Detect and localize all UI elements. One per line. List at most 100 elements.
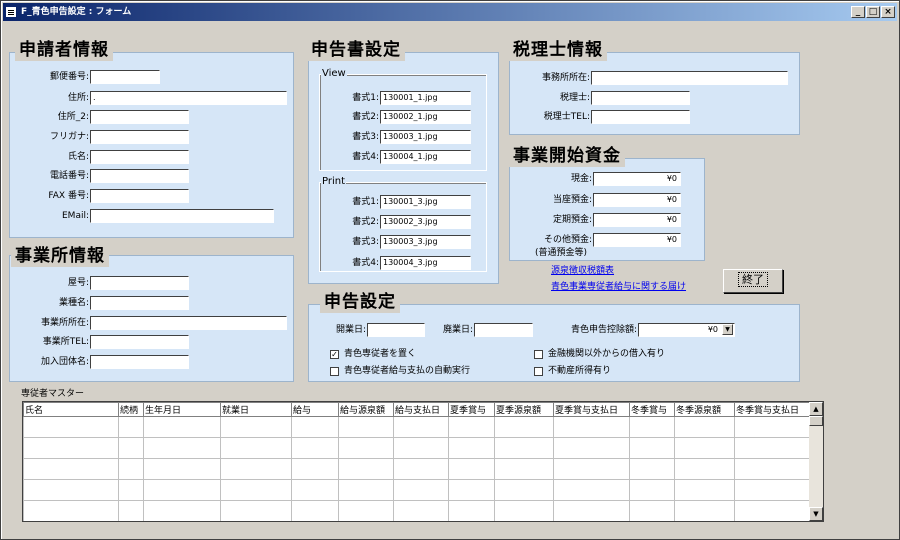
industry-input[interactable] [90, 296, 189, 310]
scroll-thumb[interactable] [809, 416, 823, 426]
form-icon [5, 6, 17, 18]
column-header[interactable]: 続柄 [118, 402, 144, 417]
scroll-up-icon[interactable]: ▲ [809, 402, 823, 416]
start-date-input[interactable] [367, 323, 425, 337]
maximize-button[interactable]: □ [866, 6, 880, 18]
withholding-table-link[interactable]: 源泉徴収税額表 [551, 265, 614, 277]
group-label: 加入団体名: [40, 357, 89, 367]
fixed-deposit-input[interactable]: ¥0 [593, 213, 681, 227]
other-deposit-input[interactable]: ¥0 [593, 233, 681, 247]
industry-label: 業種名: [58, 298, 89, 308]
print-format-4-input[interactable]: 130004_3.jpg [380, 256, 471, 270]
chevron-down-icon[interactable]: ▼ [722, 324, 733, 335]
close-button[interactable]: × [881, 6, 895, 18]
column-header[interactable]: 冬季賞与支払日 [734, 402, 811, 417]
column-header[interactable]: 生年月日 [143, 402, 221, 417]
tax-office-input[interactable] [591, 71, 788, 85]
table-row[interactable] [23, 437, 811, 459]
view-format-3-input[interactable]: 130003_1.jpg [380, 130, 471, 144]
print-format-3-label: 書式3: [352, 237, 379, 247]
view-format-4-label: 書式4: [352, 152, 379, 162]
real-estate-income-checkbox[interactable] [534, 367, 543, 376]
office-title: 事業所情報 [11, 245, 109, 267]
name-label: 氏名: [67, 152, 89, 162]
print-format-2-input[interactable]: 130002_3.jpg [380, 215, 471, 229]
fax-input[interactable] [90, 189, 189, 203]
close-date-label: 廃業日: [442, 325, 473, 335]
address-input[interactable]: . [90, 91, 287, 105]
column-header[interactable]: 給与支払日 [393, 402, 449, 417]
close-date-input[interactable] [474, 323, 533, 337]
table-row[interactable] [23, 416, 811, 438]
shop-name-label: 屋号: [67, 278, 89, 288]
cash-label: 現金: [570, 174, 592, 184]
window-title: F_青色申告設定 : フォーム [21, 7, 132, 17]
table-header-row: 氏名 続柄 生年月日 就業日 給与 給与源泉額 給与支払日 夏季賞与 夏季源泉額… [23, 402, 811, 417]
email-input[interactable] [90, 209, 274, 223]
address-label: 住所: [67, 93, 89, 103]
view-format-2-input[interactable]: 130002_1.jpg [380, 110, 471, 124]
exit-button[interactable]: 終了 [723, 269, 783, 293]
print-format-1-input[interactable]: 130001_3.jpg [380, 195, 471, 209]
employee-master-grid[interactable]: 氏名 続柄 生年月日 就業日 給与 給与源泉額 給与支払日 夏季賞与 夏季源泉額… [22, 401, 824, 522]
office-location-label: 事業所所在: [40, 318, 89, 328]
minimize-button[interactable]: _ [851, 6, 865, 18]
furigana-input[interactable] [90, 130, 189, 144]
applicant-title: 申請者情報 [15, 39, 113, 61]
scroll-down-icon[interactable]: ▼ [809, 507, 823, 521]
title-bar[interactable]: F_青色申告設定 : フォーム _ □ × [3, 3, 897, 21]
auto-salary-checkbox[interactable] [330, 367, 339, 376]
tax-accountant-label: 税理士: [559, 93, 590, 103]
group-input[interactable] [90, 355, 189, 369]
vertical-scrollbar[interactable]: ▲ ▼ [809, 402, 823, 521]
employee-salary-notice-link[interactable]: 青色事業専従者給与に関する届け [551, 281, 686, 293]
email-label: EMail: [62, 211, 89, 221]
tax-accountant-tel-input[interactable] [591, 110, 690, 124]
column-header[interactable]: 給与 [291, 402, 339, 417]
postal-label: 郵便番号: [49, 72, 89, 82]
employee-checkbox[interactable]: ✓ [330, 350, 339, 359]
fixed-deposit-label: 定期預金: [552, 215, 592, 225]
tax-accountant-input[interactable] [591, 91, 690, 105]
start-date-label: 開業日: [335, 325, 366, 335]
column-header[interactable]: 冬季賞与 [629, 402, 675, 417]
table-row[interactable] [23, 479, 811, 501]
current-deposit-label: 当座預金: [552, 195, 592, 205]
column-header[interactable]: 給与源泉額 [338, 402, 394, 417]
deduction-select[interactable]: ¥0 [638, 323, 735, 337]
print-format-2-label: 書式2: [352, 217, 379, 227]
view-label: View [321, 68, 347, 80]
postal-input[interactable] [90, 70, 160, 84]
address2-input[interactable] [90, 110, 189, 124]
name-input[interactable] [90, 150, 189, 164]
cash-input[interactable]: ¥0 [593, 172, 681, 186]
auto-salary-checkbox-label: 青色専従者給与支払の自動実行 [344, 366, 471, 376]
phone-label: 電話番号: [49, 171, 89, 181]
address2-label: 住所_2: [57, 112, 89, 122]
print-format-3-input[interactable]: 130003_3.jpg [380, 235, 471, 249]
view-format-2-label: 書式2: [352, 112, 379, 122]
office-tel-label: 事業所TEL: [42, 337, 89, 347]
table-row[interactable] [23, 500, 811, 521]
column-header[interactable]: 氏名 [23, 402, 119, 417]
phone-input[interactable] [90, 169, 189, 183]
current-deposit-input[interactable]: ¥0 [593, 193, 681, 207]
non-bank-loan-checkbox[interactable] [534, 350, 543, 359]
deduction-label: 青色申告控除額: [570, 325, 637, 335]
employee-master-label: 専従者マスター [21, 389, 85, 399]
employee-master-table: 氏名 続柄 生年月日 就業日 給与 給与源泉額 給与支払日 夏季賞与 夏季源泉額… [23, 402, 811, 521]
print-label: Print [321, 176, 347, 188]
column-header[interactable]: 夏季賞与支払日 [553, 402, 630, 417]
view-format-1-input[interactable]: 130001_1.jpg [380, 91, 471, 105]
non-bank-loan-checkbox-label: 金融機関以外からの借入有り [548, 349, 666, 359]
office-tel-input[interactable] [90, 335, 189, 349]
column-header[interactable]: 夏季源泉額 [494, 402, 554, 417]
office-location-input[interactable] [90, 316, 287, 330]
column-header[interactable]: 冬季源泉額 [674, 402, 735, 417]
shop-name-input[interactable] [90, 276, 189, 290]
table-row[interactable] [23, 458, 811, 480]
column-header[interactable]: 夏季賞与 [448, 402, 495, 417]
column-header[interactable]: 就業日 [220, 402, 292, 417]
view-format-1-label: 書式1: [352, 93, 379, 103]
view-format-4-input[interactable]: 130004_1.jpg [380, 150, 471, 164]
